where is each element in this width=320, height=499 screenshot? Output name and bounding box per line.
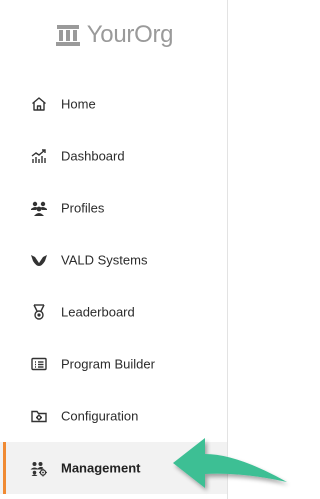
sidebar-item-label: Profiles: [61, 200, 105, 216]
sidebar-item-label: Leaderboard: [61, 304, 135, 320]
sidebar-item-label: VALD Systems: [61, 252, 148, 268]
users-icon: [30, 199, 48, 217]
sidebar-item-program-builder[interactable]: Program Builder: [0, 338, 227, 390]
sidebar-item-label: Program Builder: [61, 356, 155, 372]
brand-logo[interactable]: YourOrg: [0, 18, 228, 52]
sidebar-item-dashboard[interactable]: Dashboard: [0, 130, 227, 182]
brand-name: YourOrg: [86, 21, 174, 48]
building-columns-icon: [55, 25, 80, 46]
sidebar-item-leaderboard[interactable]: Leaderboard: [0, 286, 227, 338]
sidebar: YourOrg Home Dashboard Profiles VALD Sys…: [0, 0, 228, 499]
sidebar-item-label: Home: [61, 96, 96, 112]
home-icon: [30, 95, 48, 113]
sidebar-item-profiles[interactable]: Profiles: [0, 182, 227, 234]
sidebar-item-vald-systems[interactable]: VALD Systems: [0, 234, 227, 286]
chart-trend-icon: [30, 147, 48, 165]
sidebar-item-label: Management: [61, 460, 141, 476]
users-gear-icon: [30, 459, 48, 477]
sidebar-item-label: Configuration: [61, 408, 139, 424]
callout-arrow-icon: [173, 438, 287, 488]
vald-logo-icon: [30, 251, 48, 269]
sidebar-item-label: Dashboard: [61, 148, 125, 164]
app-window: YourOrg Home Dashboard Profiles VALD Sys…: [0, 0, 291, 499]
medal-icon: [30, 303, 48, 321]
folder-gear-icon: [30, 407, 48, 425]
list-document-icon: [30, 355, 48, 373]
sidebar-item-home[interactable]: Home: [0, 78, 227, 130]
